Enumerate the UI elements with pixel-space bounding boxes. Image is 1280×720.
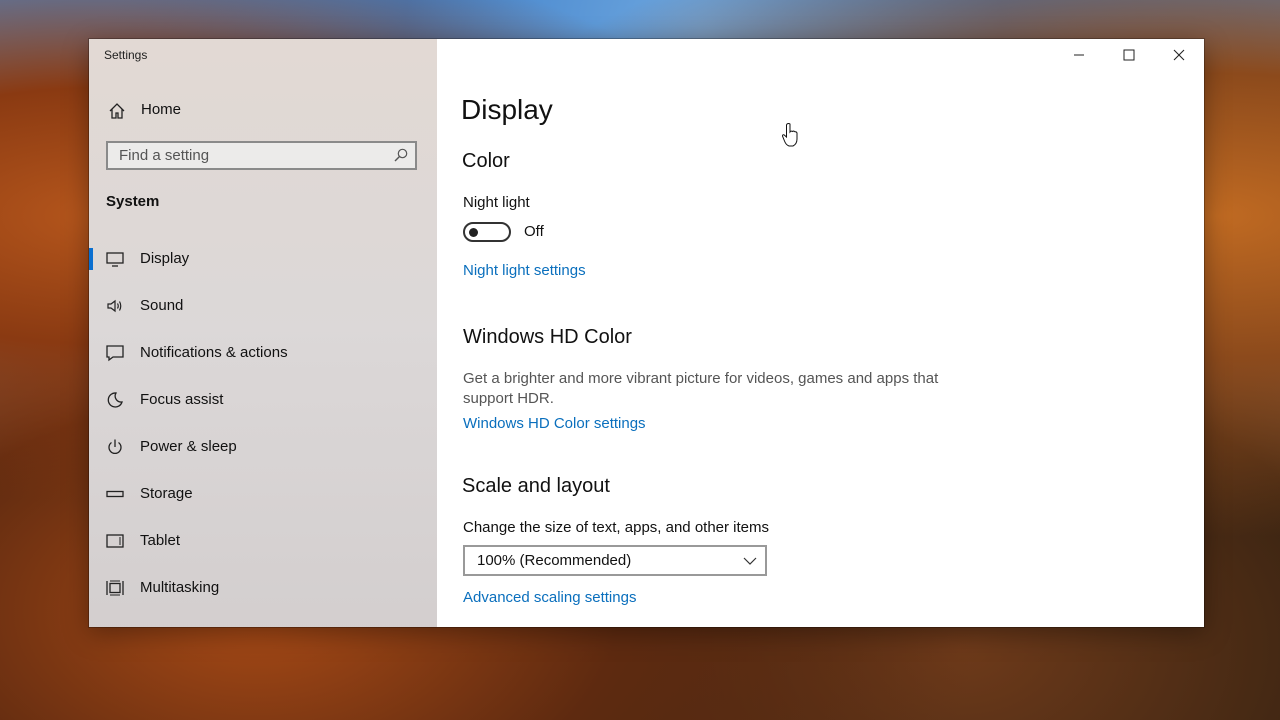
hd-color-heading: Windows HD Color <box>463 326 632 348</box>
section-title: System <box>106 193 160 210</box>
night-light-settings-link[interactable]: Night light settings <box>463 262 586 279</box>
sidebar-item-label: Tablet <box>140 532 181 549</box>
scale-label: Change the size of text, apps, and other… <box>463 519 770 536</box>
search-input[interactable] <box>108 143 389 168</box>
night-light-state: Off <box>524 223 544 240</box>
sidebar-item-label: Sound <box>140 297 184 314</box>
color-heading: Color <box>462 150 510 172</box>
sidebar-item-sound[interactable]: Sound <box>89 286 437 326</box>
advanced-scaling-link[interactable]: Advanced scaling settings <box>463 589 636 606</box>
sidebar-item-label: Power & sleep <box>140 438 237 455</box>
sidebar: Settings Home System Display <box>89 39 437 627</box>
app-title: Settings <box>104 48 148 62</box>
close-icon <box>1173 49 1185 61</box>
sidebar-item-label: Storage <box>140 485 193 502</box>
power-icon <box>108 439 122 454</box>
close-button[interactable] <box>1154 39 1204 71</box>
sidebar-item-label: Notifications & actions <box>140 344 288 361</box>
home-icon <box>109 103 125 119</box>
moon-icon <box>107 392 123 408</box>
search-box[interactable] <box>106 141 417 170</box>
speaker-icon <box>107 299 122 313</box>
night-light-toggle[interactable] <box>463 222 511 242</box>
sidebar-item-label: Display <box>140 250 190 267</box>
storage-icon <box>106 490 124 498</box>
message-icon <box>106 345 124 362</box>
toggle-knob <box>469 228 478 237</box>
sidebar-item-multitasking[interactable]: Multitasking <box>89 568 437 608</box>
multitasking-icon <box>106 580 124 596</box>
scale-dropdown[interactable]: 100% (Recommended) <box>463 545 767 576</box>
sidebar-item-display[interactable]: Display <box>89 239 437 279</box>
maximize-icon <box>1123 49 1135 61</box>
home-label: Home <box>141 101 182 118</box>
page-title: Display <box>461 94 553 125</box>
scale-heading: Scale and layout <box>462 475 610 497</box>
hd-color-settings-link[interactable]: Windows HD Color settings <box>463 415 646 432</box>
search-icon[interactable] <box>393 147 409 163</box>
settings-window: Settings Home System Display <box>89 39 1204 627</box>
sidebar-item-power-sleep[interactable]: Power & sleep <box>89 427 437 467</box>
monitor-icon <box>106 252 124 267</box>
tablet-icon <box>106 534 124 548</box>
sidebar-item-notifications[interactable]: Notifications & actions <box>89 333 437 373</box>
hd-color-description: Get a brighter and more vibrant picture … <box>463 370 939 407</box>
sidebar-item-focus-assist[interactable]: Focus assist <box>89 380 437 420</box>
sidebar-item-label: Focus assist <box>140 391 224 408</box>
hand-cursor-icon <box>781 123 798 147</box>
sidebar-item-label: Multitasking <box>140 579 220 596</box>
sidebar-item-storage[interactable]: Storage <box>89 474 437 514</box>
minimize-button[interactable] <box>1054 39 1104 71</box>
window-controls <box>1054 39 1204 71</box>
night-light-label: Night light <box>463 194 530 211</box>
maximize-button[interactable] <box>1104 39 1154 71</box>
scale-selected-value: 100% (Recommended) <box>477 552 632 569</box>
chevron-down-icon <box>743 557 757 565</box>
home-nav-item[interactable]: Home <box>89 97 437 125</box>
content-pane: Display Color Night light Off Night ligh… <box>437 39 1204 627</box>
minimize-icon <box>1074 54 1084 56</box>
sidebar-item-tablet[interactable]: Tablet <box>89 521 437 561</box>
